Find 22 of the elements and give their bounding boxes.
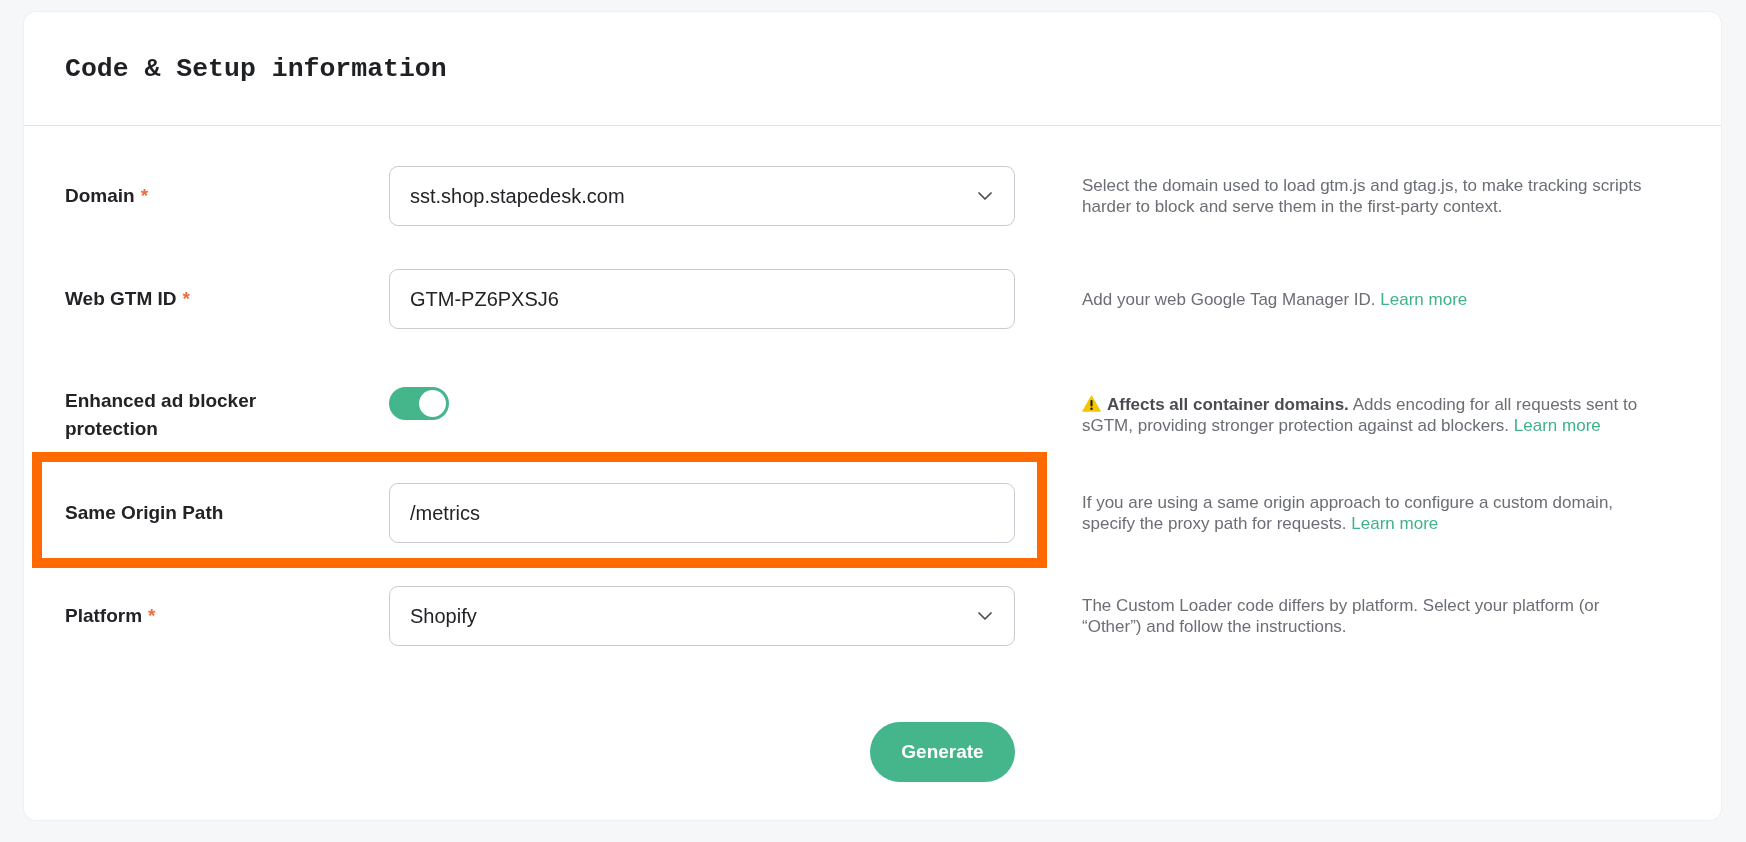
toggle-switch[interactable] (389, 387, 449, 420)
field-label: Domain (65, 184, 135, 208)
field-label: Enhanced ad blocker protection (65, 389, 258, 441)
help-text: Select the domain used to load gtm.js and gtag.js, to make tracking scripts harder to block and serve them in the first-party context. (1082, 175, 1643, 217)
chevron-down-icon (978, 612, 992, 620)
required-mark: * (140, 184, 149, 208)
required-mark: * (182, 287, 190, 311)
dropdown-field[interactable]: sst.shop.stapedesk.com (389, 166, 1015, 226)
field-label: Web GTM ID (65, 287, 177, 311)
field-label: Platform (65, 604, 143, 628)
chevron-down-icon (978, 192, 992, 200)
help-text: If you are using a same origin approach to configure a custom domain, specify the proxy path for requests. Learn more (1082, 492, 1615, 534)
field-label: Same Origin Path (65, 501, 224, 525)
required-mark: * (148, 604, 156, 628)
help-text: Add your web Google Tag Manager ID. Learn more (1082, 288, 1469, 310)
text-field[interactable]: /metrics (389, 483, 1015, 543)
dropdown-field[interactable]: Shopify (389, 586, 1015, 646)
help-text: The Custom Loader code differs by platform. Select your platform (or “Other”) and follow the instructions. (1082, 595, 1601, 637)
text-field[interactable]: GTM-PZ6PXSJ6 (389, 269, 1015, 329)
help-text: Affects all container domains. Adds encoding for all requests sent to sGTM, providing stronger protection against ad blockers. Learn more (1082, 394, 1639, 436)
card-title: Code & Setup information (65, 53, 447, 84)
warning-icon (1082, 395, 1101, 412)
